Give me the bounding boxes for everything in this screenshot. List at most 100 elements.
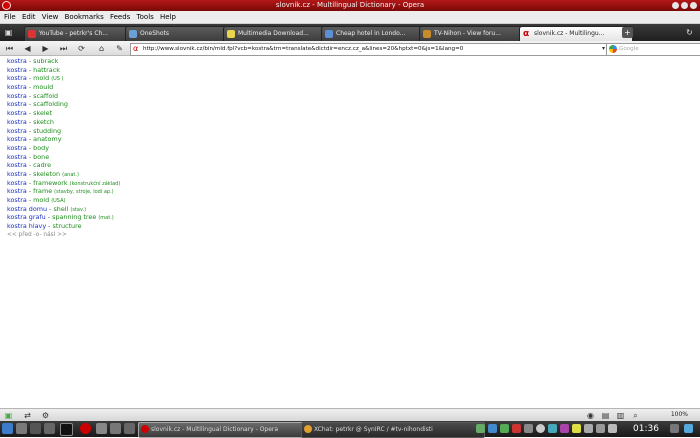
czech-term-link[interactable]: kostra [7,179,27,187]
tab-cheap-hotel[interactable]: Cheap hotel in Londo... ✕ [321,26,434,42]
maximize-button[interactable] [681,2,688,9]
app-launcher-icon[interactable] [124,423,135,434]
czech-term-link[interactable]: kostra [7,135,27,143]
view-icon[interactable]: ◉ [585,410,596,421]
czech-term-link[interactable]: kostra [7,57,27,65]
back-button[interactable]: ◀ [22,43,33,54]
tab-tv-nihon[interactable]: TV-Nihon - View foru... ✕ [419,26,534,42]
app-launcher-icon[interactable] [96,423,107,434]
task-opera[interactable]: slovnik.cz - Multilingual Dictionary - O… [138,422,312,438]
address-field[interactable]: α http://www.slovnik.cz/bin/mld.fpl?vcb=… [130,43,612,56]
task-xchat[interactable]: XChat: petrkr @ SynIRC / #tv-nihondisti [301,422,485,438]
czech-term-link[interactable]: kostra [7,109,27,117]
search-field[interactable]: Google [606,43,700,56]
volume-icon[interactable] [608,424,617,433]
window-titlebar[interactable]: slovnik.cz - Multilingual Dictionary - O… [0,0,700,11]
wand-icon[interactable]: ✎ [114,43,125,54]
tray-app-icon[interactable] [476,424,485,433]
trash-icon[interactable]: ↻ [684,27,695,38]
czech-term-link[interactable]: kostra [7,118,27,126]
fit-width-icon[interactable]: ▥ [615,410,626,421]
tray-app-icon[interactable] [670,424,679,433]
english-term-link[interactable]: mold [33,74,49,82]
rewind-icon[interactable]: ⏮ [4,43,15,54]
tab-multimedia-download[interactable]: Multimedia Download... ✕ [223,26,336,42]
english-term-link[interactable]: scaffold [33,92,58,100]
czech-term-link[interactable]: kostra hlavy [7,222,46,230]
czech-term-link[interactable]: kostra [7,66,27,74]
forward-button[interactable]: ▶ [40,43,51,54]
english-term-link[interactable]: mould [33,83,53,91]
app-launcher-icon[interactable] [110,423,121,434]
opera-logo-icon[interactable] [2,1,11,10]
start-menu-icon[interactable] [2,423,13,434]
menu-view[interactable]: View [42,11,59,24]
czech-term-link[interactable]: kostra [7,170,27,178]
czech-term-link[interactable]: kostra [7,153,27,161]
english-term-link[interactable]: shell [53,205,68,213]
czech-term-link[interactable]: kostra [7,92,27,100]
menu-file[interactable]: File [4,11,16,24]
clock[interactable]: 01:36 [626,421,666,437]
english-term-link[interactable]: skelet [33,109,52,117]
zoom-level[interactable]: 100% [671,410,688,420]
english-term-link[interactable]: skeleton [33,170,60,178]
opera-launcher-icon[interactable] [80,423,91,434]
czech-term-link[interactable]: kostra domu [7,205,47,213]
zoom-icon[interactable]: ⌕ [630,410,641,421]
english-term-link[interactable]: cadre [33,161,51,169]
panel-icon[interactable]: ▣ [3,410,14,421]
tab-youtube[interactable]: YouTube - petrkr's Ch... ✕ [24,26,140,42]
close-window-button[interactable] [690,2,697,9]
minimize-button[interactable] [672,2,679,9]
network-icon[interactable]: ⇄ [22,410,33,421]
home-button[interactable]: ⌂ [96,43,107,54]
menu-bookmarks[interactable]: Bookmarks [65,11,104,24]
czech-term-link[interactable]: kostra [7,144,27,152]
czech-term-link[interactable]: kostra [7,127,27,135]
flag-icon[interactable] [512,424,521,433]
english-term-link[interactable]: bone [33,153,49,161]
czech-term-link[interactable]: kostra grafu [7,213,46,221]
english-term-link[interactable]: scaffolding [33,100,68,108]
english-term-link[interactable]: sketch [33,118,54,126]
menu-help[interactable]: Help [160,11,176,24]
tray-app-icon[interactable] [548,424,557,433]
new-tab-button[interactable]: + [622,27,633,38]
tray-app-icon[interactable] [572,424,581,433]
tray-app-icon[interactable] [536,424,545,433]
czech-term-link[interactable]: kostra [7,161,27,169]
english-term-link[interactable]: hattrack [33,66,60,74]
czech-term-link[interactable]: kostra [7,100,27,108]
desktop-icon[interactable] [16,423,27,434]
english-term-link[interactable]: mold [33,196,49,204]
english-term-link[interactable]: anatomy [33,135,61,143]
czech-term-link[interactable]: kostra [7,196,27,204]
menu-feeds[interactable]: Feeds [110,11,130,24]
tab-oneshots[interactable]: OneShots ✕ [125,26,238,42]
terminal-icon[interactable] [60,423,73,436]
czech-term-link[interactable]: kostra [7,83,27,91]
menu-tools[interactable]: Tools [137,11,154,24]
english-term-link[interactable]: subrack [33,57,58,65]
english-term-link[interactable]: spanning tree [52,213,96,221]
settings-app-icon[interactable] [44,423,55,434]
menu-edit[interactable]: Edit [22,11,36,24]
czech-term-link[interactable]: kostra [7,74,27,82]
pager-prev-link[interactable]: << před [7,232,32,238]
fast-forward-icon[interactable]: ⏭ [58,43,69,54]
english-term-link[interactable]: framework [33,179,67,187]
english-term-link[interactable]: structure [53,222,82,230]
tray-app-icon[interactable] [524,424,533,433]
english-term-link[interactable]: studding [33,127,61,135]
tray-app-icon[interactable] [488,424,497,433]
reload-button[interactable]: ⟳ [76,43,87,54]
file-manager-icon[interactable] [30,423,41,434]
network-tray-icon[interactable] [596,424,605,433]
english-term-link[interactable]: body [33,144,49,152]
czech-term-link[interactable]: kostra [7,187,27,195]
tray-app-icon[interactable] [500,424,509,433]
image-icon[interactable]: ▤ [600,410,611,421]
pager-next-link[interactable]: násl >> [43,232,66,238]
english-term-link[interactable]: frame [33,187,52,195]
